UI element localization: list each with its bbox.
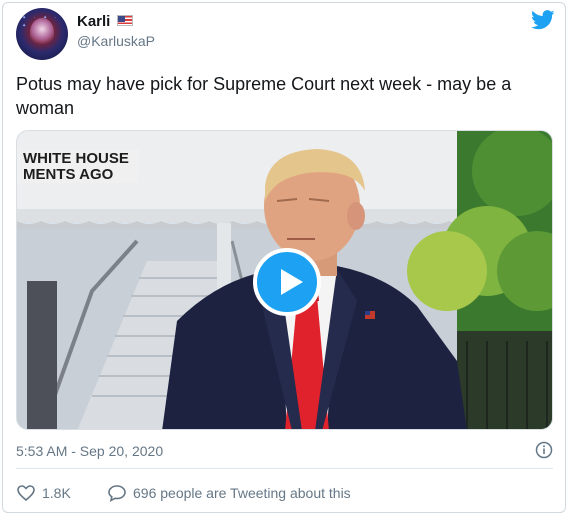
tweet-text: Potus may have pick for Supreme Court ne… [16,74,512,118]
chyron-line-1: WHITE HOUSE [23,150,129,167]
speech-bubble-icon [108,485,126,503]
news-chyron: WHITE HOUSE MENTS AGO [17,149,139,183]
avatar[interactable]: ✦ · ✦ · ✦ · [16,8,68,60]
play-button[interactable] [253,248,321,316]
divider [16,468,553,469]
tweet-timestamp[interactable]: 5:53 AM - Sep 20, 2020 [16,443,163,459]
heart-icon [17,485,35,502]
conversation-link[interactable]: 696 people are Tweeting about this [107,483,351,503]
conversation-text: 696 people are Tweeting about this [133,485,351,501]
author-name[interactable]: Karli [77,13,110,30]
like-button[interactable]: 1.8K [16,483,71,503]
video-player[interactable]: WHITE HOUSE MENTS AGO [16,130,553,430]
like-count: 1.8K [42,485,71,501]
twitter-bird-icon[interactable] [531,10,555,30]
chyron-line-2: MENTS AGO [23,166,114,183]
us-flag-icon [117,15,133,26]
author-handle[interactable]: @KarluskaP [77,33,155,49]
avatar-figure [30,18,54,46]
info-icon[interactable] [535,441,553,459]
